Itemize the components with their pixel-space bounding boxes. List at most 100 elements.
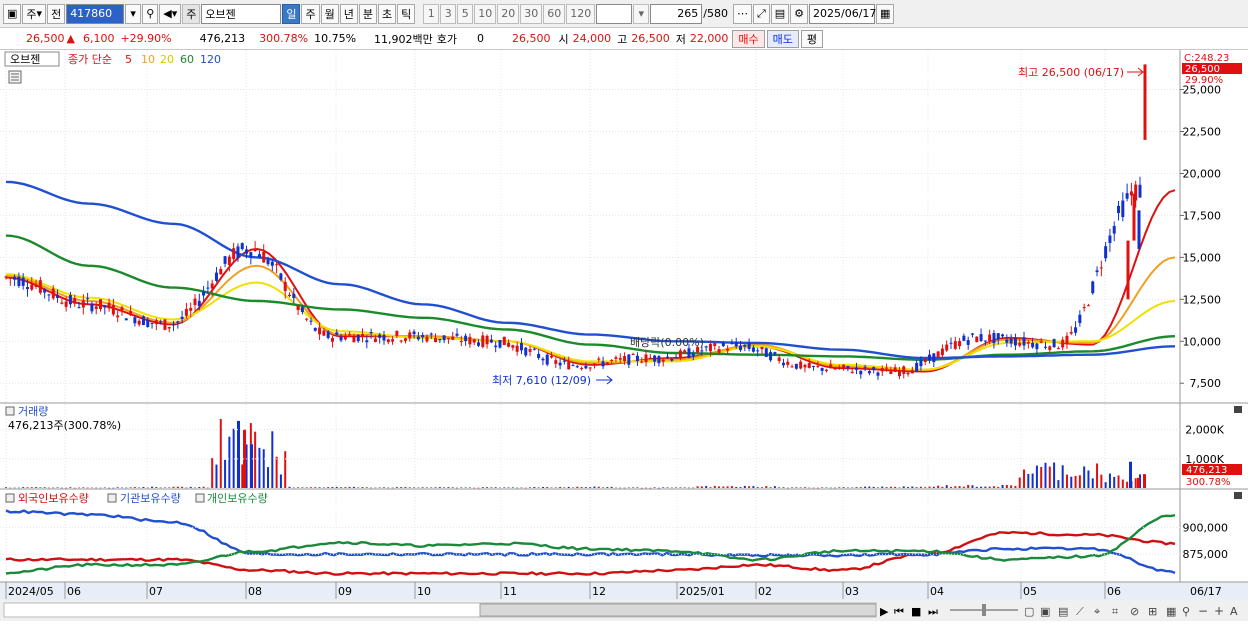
candle-body bbox=[1112, 226, 1116, 234]
volume-panel-icon[interactable] bbox=[5, 406, 15, 416]
ma-20-label[interactable]: 20 bbox=[160, 53, 174, 66]
period-month[interactable]: 월 bbox=[320, 3, 339, 24]
volume-bar bbox=[116, 487, 119, 488]
draw-tool-icon-2[interactable]: ⌗ bbox=[1112, 605, 1118, 618]
volume-title[interactable]: 거래량 bbox=[18, 405, 48, 418]
code-dropdown-icon[interactable]: ▾ bbox=[125, 3, 142, 24]
search-icon[interactable]: ⚲ bbox=[142, 3, 159, 24]
holding-legend-institution[interactable]: 기관보유수량 bbox=[120, 492, 181, 505]
chart-svg[interactable]: 25,00022,50020,00017,50015,00012,50010,0… bbox=[0, 50, 1248, 621]
candle-body bbox=[365, 340, 369, 343]
zoom-icon[interactable]: ⤢ bbox=[752, 3, 770, 24]
custom-interval-input[interactable] bbox=[596, 3, 633, 24]
candle-body bbox=[378, 334, 382, 338]
data-count-input[interactable]: 265 bbox=[650, 3, 703, 24]
zoom-out-icon[interactable]: − bbox=[1198, 604, 1208, 618]
price-change: 6,100 bbox=[82, 32, 115, 45]
interval-120[interactable]: 120 bbox=[566, 3, 596, 24]
layout-icon-3[interactable]: ▤ bbox=[1058, 605, 1068, 618]
holding-panel-icon[interactable] bbox=[5, 493, 15, 503]
holding-legend-individual[interactable]: 개인보유수량 bbox=[207, 492, 268, 505]
ma-5-label[interactable]: 5 bbox=[125, 53, 132, 66]
ma-60-label[interactable]: 60 bbox=[180, 53, 194, 66]
candle-body bbox=[468, 336, 472, 345]
candle-body bbox=[670, 358, 674, 361]
holding-legend-foreign[interactable]: 외국인보유수량 bbox=[18, 492, 89, 505]
volume-bar bbox=[176, 486, 179, 488]
candle-body bbox=[897, 370, 901, 377]
x-tick-label: 04 bbox=[930, 585, 944, 598]
interval-5[interactable]: 5 bbox=[457, 3, 474, 24]
chart-window-icon[interactable]: ▣ bbox=[3, 3, 22, 24]
volume-bar bbox=[490, 487, 493, 488]
interval-dropdown-icon[interactable]: ▾ bbox=[633, 3, 650, 24]
price-tick-label: 7,500 bbox=[1190, 377, 1222, 390]
period-tick[interactable]: 틱 bbox=[397, 3, 416, 24]
all-button[interactable]: 전 bbox=[47, 3, 66, 24]
candle-body bbox=[86, 298, 90, 300]
stop-icon[interactable]: ■ bbox=[911, 605, 921, 618]
period-day[interactable]: 일 bbox=[282, 3, 301, 24]
scroll-right-icon[interactable]: ▶ bbox=[880, 605, 889, 618]
period-second[interactable]: 초 bbox=[377, 3, 397, 24]
candle-body bbox=[700, 350, 704, 352]
interval-20[interactable]: 20 bbox=[497, 3, 520, 24]
date-input[interactable]: 2025/06/17 bbox=[809, 3, 876, 24]
period-minute[interactable]: 분 bbox=[358, 3, 377, 24]
market-select[interactable]: 주 ▾ bbox=[22, 3, 47, 24]
ma-120-label[interactable]: 120 bbox=[200, 53, 221, 66]
stock-name-field[interactable]: 오브젠 bbox=[201, 3, 282, 24]
candle-body bbox=[833, 368, 837, 370]
interval-1[interactable]: 1 bbox=[423, 3, 440, 24]
calendar-icon[interactable]: ▦ bbox=[876, 3, 895, 24]
ma-10-label[interactable]: 10 bbox=[141, 53, 155, 66]
candle-body bbox=[150, 322, 154, 324]
draw-tool-icon-4[interactable]: ⊞ bbox=[1148, 605, 1157, 618]
x-tick-label: 09 bbox=[338, 585, 352, 598]
gear-icon[interactable]: ⚙ bbox=[790, 3, 809, 24]
scroll-forward-icon[interactable]: ⏭ bbox=[928, 605, 938, 618]
candle-body bbox=[283, 281, 287, 292]
layout-icon-1[interactable]: ▢ bbox=[1024, 605, 1034, 618]
volume-bar bbox=[262, 449, 265, 488]
sound-icon[interactable]: ◀▾ bbox=[159, 3, 182, 24]
candle-body bbox=[1104, 246, 1108, 259]
eval-button[interactable]: 평 bbox=[800, 29, 824, 48]
ma-label[interactable]: 종가 단순 bbox=[68, 53, 112, 66]
stock-code-input[interactable]: 417860 bbox=[66, 3, 125, 24]
draw-tool-icon[interactable]: ⌖ bbox=[1094, 605, 1100, 618]
layout-icon-2[interactable]: ▣ bbox=[1040, 605, 1050, 618]
candle-body bbox=[133, 317, 137, 324]
interval-30[interactable]: 30 bbox=[520, 3, 543, 24]
zoom-in-icon[interactable]: + bbox=[1214, 604, 1224, 618]
scroll-back-icon[interactable]: ⏮ bbox=[894, 605, 904, 618]
sell-button[interactable]: 매도 bbox=[766, 29, 799, 48]
hoga-value: 0 bbox=[477, 32, 485, 45]
draw-tool-icon-3[interactable]: ⊘ bbox=[1130, 605, 1139, 618]
auto-scale-icon[interactable]: A bbox=[1230, 605, 1238, 618]
volume-bar bbox=[919, 486, 922, 488]
interval-3[interactable]: 3 bbox=[440, 3, 457, 24]
volume-panel-close-icon[interactable] bbox=[1234, 406, 1242, 413]
volume-bar bbox=[99, 487, 102, 489]
save-icon[interactable]: ▤ bbox=[770, 3, 790, 24]
interval-60[interactable]: 60 bbox=[543, 3, 566, 24]
buy-button[interactable]: 매수 bbox=[732, 29, 765, 48]
magnifier-icon[interactable]: ⚲ bbox=[1182, 605, 1190, 618]
draw-tool-icon-5[interactable]: ▦ bbox=[1166, 605, 1176, 618]
chart-area: 25,000 22,500 20,000 17,500 15,000 12,500 10,0… bbox=[0, 50, 1248, 621]
link-icon[interactable]: ⋯ bbox=[732, 3, 752, 24]
period-year[interactable]: 년 bbox=[339, 3, 358, 24]
scrollbar-thumb[interactable] bbox=[479, 603, 877, 617]
period-week[interactable]: 주 bbox=[301, 3, 320, 24]
interval-10[interactable]: 10 bbox=[474, 3, 497, 24]
zoom-slider-handle[interactable] bbox=[982, 604, 986, 616]
volume-bar bbox=[799, 487, 802, 489]
holding-panel-close-icon[interactable] bbox=[1234, 492, 1242, 499]
candle-body bbox=[391, 339, 395, 342]
candle-body bbox=[541, 358, 545, 361]
draw-line-icon[interactable]: ⟋ bbox=[1076, 605, 1084, 618]
volume-bar bbox=[842, 487, 845, 488]
candle-body bbox=[631, 354, 635, 356]
volume-bar bbox=[142, 486, 145, 488]
